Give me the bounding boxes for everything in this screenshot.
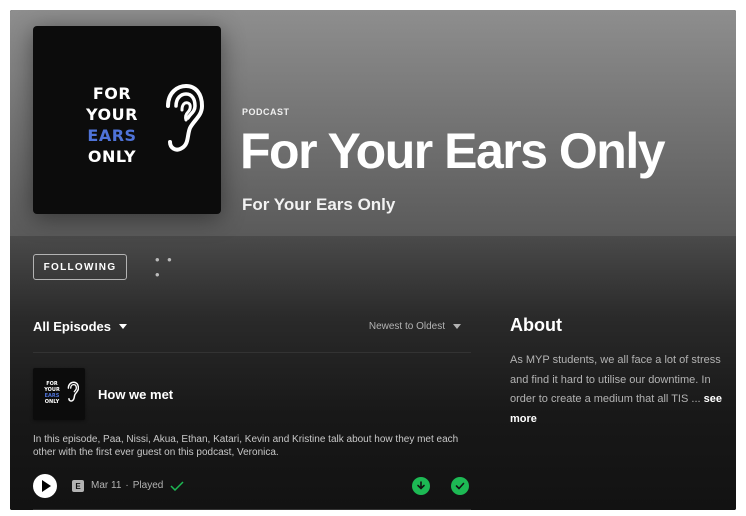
check-icon	[170, 480, 184, 491]
play-icon	[41, 480, 51, 492]
episode-date: Mar 11	[91, 480, 122, 491]
episode-sort-dropdown[interactable]: Newest to Oldest	[369, 321, 461, 332]
episode-description: In this episode, Paa, Nissi, Akua, Ethan…	[33, 434, 459, 458]
cover-logo-text: FOR YOUR EARS ONLY	[67, 83, 157, 167]
play-button[interactable]	[33, 474, 57, 498]
cover-line-2: YOUR	[86, 105, 138, 124]
cover-line-1: FOR	[92, 84, 132, 103]
podcast-cover-art: FOR YOUR EARS ONLY	[33, 26, 221, 214]
episode-status: Played	[132, 480, 164, 491]
episode-filter-dropdown[interactable]: All Episodes	[33, 319, 128, 334]
podcast-page: FOR YOUR EARS ONLY PODCAST For Your Ears…	[10, 10, 736, 510]
more-options-button[interactable]: • • •	[155, 252, 185, 282]
about-heading: About	[510, 315, 562, 335]
following-button[interactable]: FOLLOWING	[33, 254, 127, 280]
list-divider	[33, 509, 471, 510]
episode-title[interactable]: How we met	[98, 387, 173, 402]
ear-icon	[67, 381, 79, 402]
meta-separator: ·	[125, 480, 129, 491]
cover-line-3: EARS	[87, 126, 137, 145]
podcast-title: For Your Ears Only	[240, 123, 666, 179]
ear-icon	[166, 84, 204, 152]
episode-thumbnail[interactable]: FOR YOUR EARS ONLY	[33, 368, 85, 420]
podcast-publisher[interactable]: For Your Ears Only	[242, 195, 395, 215]
about-text: As MYP students, we all face a lot of st…	[510, 351, 728, 429]
list-divider	[33, 352, 471, 353]
explicit-icon: E	[72, 480, 84, 492]
about-description: As MYP students, we all face a lot of st…	[510, 354, 721, 405]
chevron-down-icon	[453, 324, 461, 329]
episode-sort-label: Newest to Oldest	[368, 321, 445, 332]
cover-line-4: ONLY	[87, 147, 137, 166]
downloaded-check-icon	[455, 482, 465, 490]
episode-filter-label: All Episodes	[33, 319, 112, 334]
chevron-down-icon	[119, 324, 128, 329]
episode-meta: Mar 11 · Played	[91, 480, 184, 491]
content-type-label: PODCAST	[242, 107, 290, 117]
episode-thumbnail-logo-text: FOR YOUR EARS ONLY	[37, 381, 67, 405]
thumb-line-4: ONLY	[44, 399, 60, 405]
download-button[interactable]	[412, 477, 430, 495]
mark-played-button[interactable]	[451, 477, 469, 495]
download-icon	[417, 481, 425, 490]
